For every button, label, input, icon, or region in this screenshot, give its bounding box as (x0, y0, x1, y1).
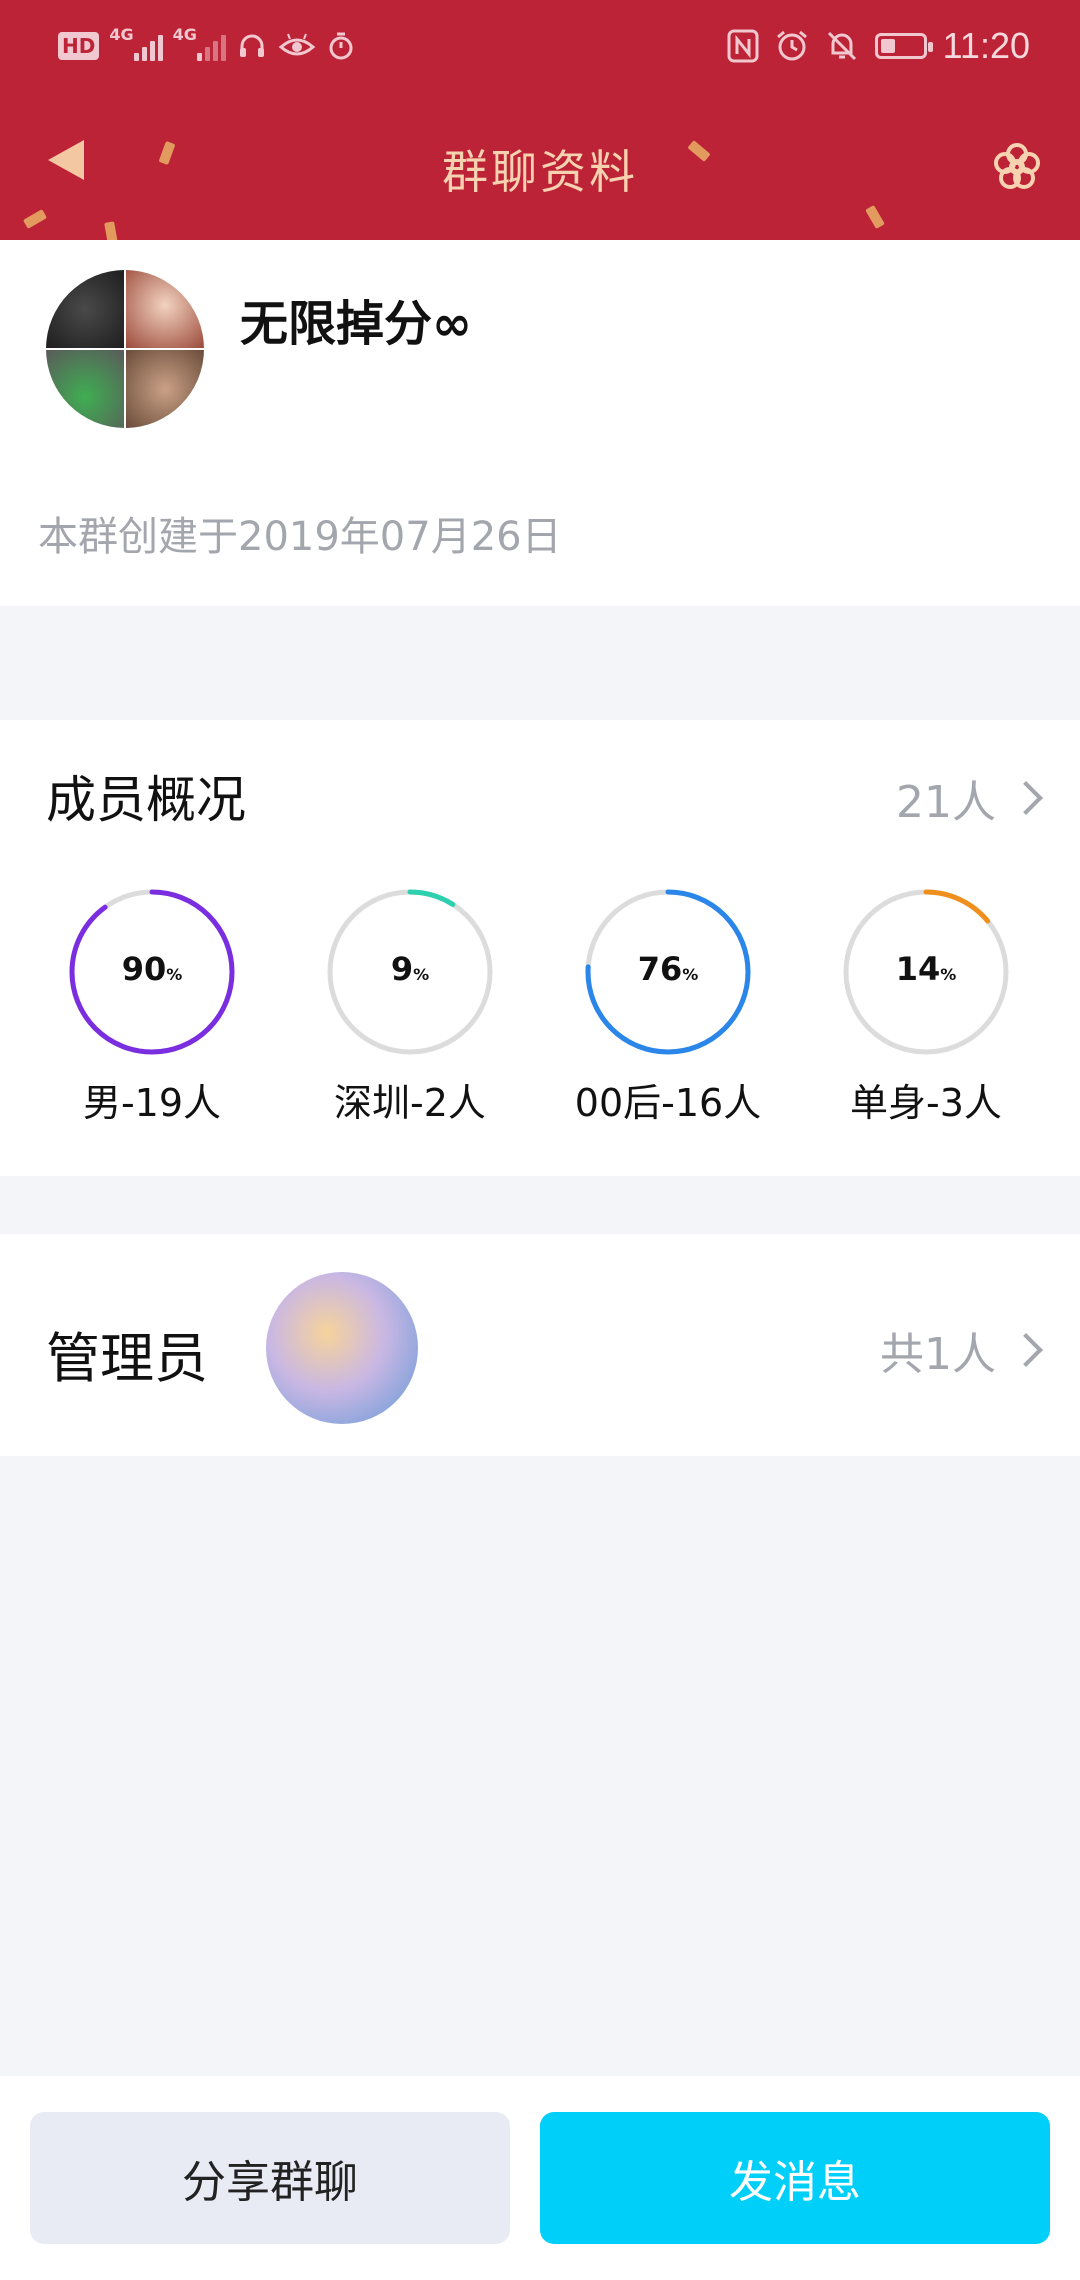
group-avatar[interactable] (46, 270, 204, 428)
network-label-2: 4G (172, 24, 197, 44)
group-info-card: 无限掉分∞ 本群创建于2019年07月26日 (0, 240, 1080, 606)
chevron-right-icon (1009, 781, 1043, 815)
page-title: 群聊资料 (442, 145, 638, 199)
group-name: 无限掉分∞ (240, 296, 472, 352)
stat-label: 深圳-2人 (334, 1081, 486, 1125)
bell-muted-icon (825, 29, 859, 63)
send-message-button[interactable]: 发消息 (540, 2112, 1050, 2244)
admin-count: 共1人 (880, 1329, 996, 1380)
stat-age: 76% 00后-16人 (538, 888, 798, 1127)
stat-label: 单身-3人 (850, 1081, 1002, 1125)
members-count-link[interactable]: 21人 (896, 766, 1050, 830)
signal-icon: 4G (109, 25, 163, 61)
timer-icon (326, 31, 356, 61)
status-left: HD 4G 4G (58, 24, 356, 68)
group-created-date: 本群创建于2019年07月26日 (38, 514, 562, 560)
stat-single: 14% 单身-3人 (796, 888, 1056, 1127)
stat-percent: 14% (895, 950, 957, 988)
battery-icon (874, 33, 933, 59)
admin-section-title: 管理员 (46, 1327, 208, 1390)
status-bar: HD 4G 4G 11:20 (0, 0, 1080, 92)
hd-badge: HD (58, 32, 100, 60)
admin-avatar[interactable] (266, 1272, 418, 1424)
admin-count-link[interactable]: 共1人 (880, 1318, 1050, 1382)
admin-card[interactable]: 管理员 共1人 (0, 1234, 1080, 1456)
eye-icon (278, 31, 316, 61)
status-time: 11:20 (942, 25, 1030, 66)
members-overview-card[interactable]: 成员概况 21人 90% 男-19人 9% 深圳-2人 76% 00后-16人 … (0, 720, 1080, 1176)
stat-city: 9% 深圳-2人 (280, 888, 540, 1127)
nfc-icon (727, 29, 759, 63)
members-count: 21人 (896, 777, 996, 828)
network-label: 4G (109, 24, 134, 44)
headphones-icon (236, 30, 268, 62)
stat-label: 男-19人 (82, 1081, 222, 1125)
members-section-title: 成员概况 (46, 771, 246, 829)
stat-percent: 9% (390, 950, 430, 988)
stat-percent: 76% (637, 950, 699, 988)
top-header: HD 4G 4G 11:20 群聊资料 (0, 0, 1080, 240)
stat-percent: 90% (121, 950, 183, 988)
signal-icon-2: 4G (173, 25, 226, 61)
status-right: 11:20 (727, 24, 1030, 68)
flower-settings-icon[interactable] (990, 140, 1044, 194)
share-group-button[interactable]: 分享群聊 (30, 2112, 510, 2244)
alarm-icon (775, 29, 809, 63)
bottom-action-bar: 分享群聊 发消息 (0, 2076, 1080, 2280)
stat-gender: 90% 男-19人 (22, 888, 282, 1127)
chevron-right-icon (1009, 1333, 1043, 1367)
stat-label: 00后-16人 (574, 1081, 762, 1125)
